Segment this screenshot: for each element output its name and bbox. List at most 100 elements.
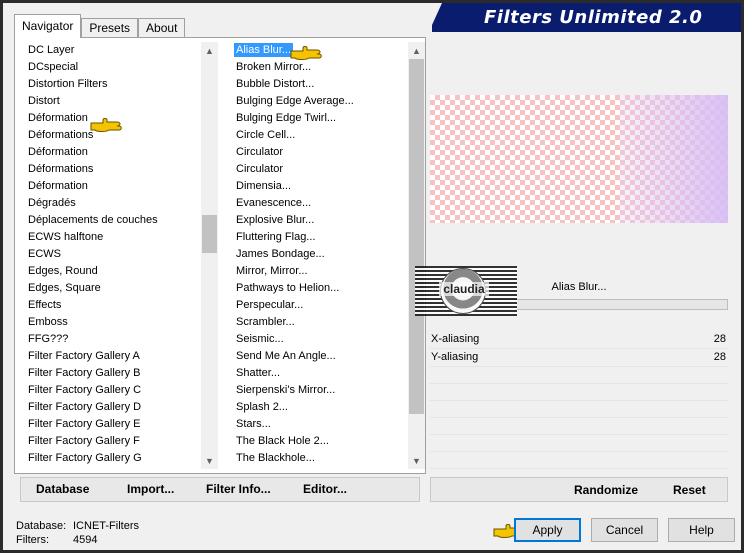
- list-item[interactable]: ECWS halftone: [20, 229, 201, 246]
- list-item[interactable]: James Bondage...: [229, 246, 408, 263]
- apply-button[interactable]: Apply: [514, 518, 581, 542]
- list-item[interactable]: Shatter...: [229, 365, 408, 382]
- list-item-label: Distortion Filters: [28, 78, 108, 90]
- list-item-label: Distort: [28, 95, 60, 107]
- param-value: 28: [713, 333, 726, 345]
- editor-button[interactable]: Editor...: [303, 482, 347, 496]
- list-item[interactable]: Mirror, Mirror...: [229, 263, 408, 280]
- list-item-label: ECWS: [28, 248, 61, 260]
- list-item[interactable]: Seismic...: [229, 331, 408, 348]
- list-item-label: James Bondage...: [236, 248, 325, 260]
- list-item[interactable]: Filter Factory Gallery C: [20, 382, 201, 399]
- list-item[interactable]: Emboss: [20, 314, 201, 331]
- cancel-button[interactable]: Cancel: [591, 518, 658, 542]
- list-item[interactable]: Filter Factory Gallery D: [20, 399, 201, 416]
- list-item[interactable]: Dimensia...: [229, 178, 408, 195]
- list-item-label: Circulator: [236, 146, 284, 158]
- list-item[interactable]: Send Me An Angle...: [229, 348, 408, 365]
- pointing-hand-icon: [290, 46, 322, 60]
- list-item[interactable]: Circulator: [229, 144, 408, 161]
- list-item-label: Filter Factory Gallery A: [28, 350, 140, 362]
- list-item[interactable]: Déformation: [20, 178, 201, 195]
- list-item-label: Stars...: [236, 418, 271, 430]
- scroll-up-icon[interactable]: ▲: [408, 42, 425, 59]
- list-item[interactable]: Explosive Blur...: [229, 212, 408, 229]
- list-item-label: Déplacements de couches: [28, 214, 158, 226]
- list-item-label: Déformation: [28, 112, 88, 124]
- list-item[interactable]: Sierpenski's Mirror...: [229, 382, 408, 399]
- list-item[interactable]: Filter Factory Gallery E: [20, 416, 201, 433]
- tab-navigator[interactable]: Navigator: [14, 14, 82, 38]
- scroll-thumb[interactable]: [202, 215, 217, 253]
- list-item[interactable]: The Blackhole...: [229, 450, 408, 467]
- list-item-label: Shatter...: [236, 367, 281, 379]
- list-item[interactable]: Circle Cell...: [229, 127, 408, 144]
- tab-about[interactable]: About: [138, 18, 186, 38]
- list-item-label: Edges, Square: [28, 282, 101, 294]
- list-item-label: Déformation: [28, 180, 88, 192]
- list-item[interactable]: Bulging Edge Twirl...: [229, 110, 408, 127]
- filter-list[interactable]: Alias Blur... Broken Mirror... Bubble Dist…: [229, 42, 425, 469]
- database-button[interactable]: Database: [36, 482, 89, 496]
- import-button[interactable]: Import...: [127, 482, 174, 496]
- list-item[interactable]: Déformations: [20, 161, 201, 178]
- param-row-y-aliasing[interactable]: Y-aliasing 28: [430, 349, 728, 367]
- list-item[interactable]: Evanescence...: [229, 195, 408, 212]
- database-label: Database:: [16, 520, 67, 532]
- filter-scrollbar[interactable]: ▲ ▼: [408, 42, 425, 469]
- list-item[interactable]: FFG???: [20, 331, 201, 348]
- filter-items: Alias Blur... Broken Mirror... Bubble Dist…: [229, 42, 408, 467]
- list-item[interactable]: DC Layer: [20, 42, 201, 59]
- scroll-down-icon[interactable]: ▼: [408, 452, 425, 469]
- list-item[interactable]: Distortion Filters: [20, 76, 201, 93]
- param-row-empty: [430, 435, 728, 452]
- list-item[interactable]: Déformation: [20, 144, 201, 161]
- list-item[interactable]: Circulator: [229, 161, 408, 178]
- list-item[interactable]: Filter Factory Gallery G: [20, 450, 201, 467]
- list-item-label: Mirror, Mirror...: [236, 265, 308, 277]
- preview-image: [620, 95, 728, 223]
- list-item[interactable]: Filter Factory Gallery B: [20, 365, 201, 382]
- list-item[interactable]: Déplacements de couches: [20, 212, 201, 229]
- list-item[interactable]: Bulging Edge Average...: [229, 93, 408, 110]
- scroll-down-icon[interactable]: ▼: [201, 452, 218, 469]
- list-item-label: Evanescence...: [236, 197, 312, 209]
- list-item[interactable]: Broken Mirror...: [229, 59, 408, 76]
- list-item[interactable]: Filter Factory Gallery F: [20, 433, 201, 450]
- list-item[interactable]: Filter Factory Gallery A: [20, 348, 201, 365]
- list-item[interactable]: Pathways to Helion...: [229, 280, 408, 297]
- list-item[interactable]: Dégradés: [20, 195, 201, 212]
- list-item-label: Seismic...: [236, 333, 284, 345]
- list-item-label: FFG???: [28, 333, 69, 345]
- reset-button[interactable]: Reset: [673, 483, 706, 497]
- list-item[interactable]: ECWS: [20, 246, 201, 263]
- list-item[interactable]: The Black Hole 2...: [229, 433, 408, 450]
- list-item[interactable]: DCspecial: [20, 59, 201, 76]
- app-title: Filters Unlimited 2.0: [484, 7, 703, 28]
- scroll-thumb[interactable]: [409, 59, 424, 414]
- list-item[interactable]: Scrambler...: [229, 314, 408, 331]
- list-item[interactable]: Effects: [20, 297, 201, 314]
- randomize-button[interactable]: Randomize: [574, 483, 638, 497]
- help-button[interactable]: Help: [668, 518, 735, 542]
- list-item-label: DCspecial: [28, 61, 79, 73]
- param-row-x-aliasing[interactable]: X-aliasing 28: [430, 331, 728, 349]
- tab-presets[interactable]: Presets: [81, 18, 139, 38]
- list-item[interactable]: Edges, Square: [20, 280, 201, 297]
- list-item-label: Send Me An Angle...: [236, 350, 336, 362]
- list-item[interactable]: Edges, Round: [20, 263, 201, 280]
- list-item[interactable]: Fluttering Flag...: [229, 229, 408, 246]
- list-item[interactable]: Perspecular...: [229, 297, 408, 314]
- category-list[interactable]: DC Layer DCspecial Distortion Filters Disto…: [20, 42, 218, 469]
- param-row-empty: [430, 452, 728, 469]
- list-item[interactable]: Bubble Distort...: [229, 76, 408, 93]
- list-item-label: The Blackhole...: [236, 452, 315, 464]
- list-item-label: Explosive Blur...: [236, 214, 315, 226]
- list-item-label: Effects: [28, 299, 62, 311]
- list-item[interactable]: Splash 2...: [229, 399, 408, 416]
- filter-info-button[interactable]: Filter Info...: [206, 482, 271, 496]
- category-scrollbar[interactable]: ▲ ▼: [201, 42, 218, 469]
- list-item[interactable]: Distort: [20, 93, 201, 110]
- list-item[interactable]: Stars...: [229, 416, 408, 433]
- scroll-up-icon[interactable]: ▲: [201, 42, 218, 59]
